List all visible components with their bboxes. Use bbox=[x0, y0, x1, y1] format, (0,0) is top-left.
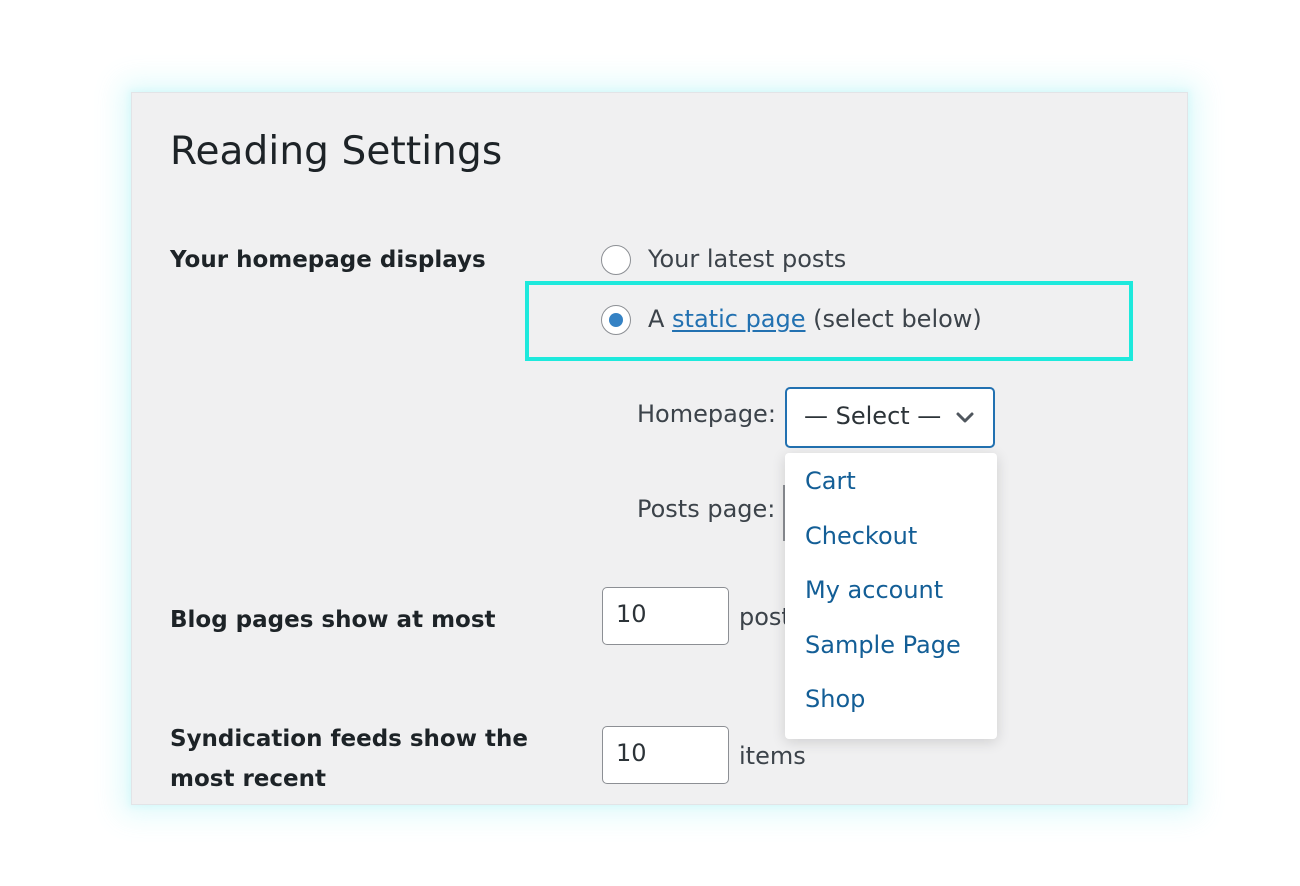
blog-pages-input[interactable]: 10 bbox=[602, 587, 729, 645]
dropdown-option-cart[interactable]: Cart bbox=[785, 464, 997, 519]
syndication-input[interactable]: 10 bbox=[602, 726, 729, 784]
static-page-prefix: A bbox=[648, 305, 673, 333]
latest-posts-label[interactable]: Your latest posts bbox=[648, 243, 846, 275]
homepage-displays-label: Your homepage displays bbox=[170, 247, 486, 273]
static-page-link[interactable]: static page bbox=[672, 305, 805, 333]
static-page-option[interactable]: A static page (select below) bbox=[648, 303, 982, 335]
homepage-select-value: — Select — bbox=[804, 402, 942, 430]
syndication-unit: items bbox=[739, 742, 806, 770]
static-page-radio[interactable] bbox=[601, 305, 631, 335]
homepage-select-label: Homepage: bbox=[637, 400, 776, 428]
dropdown-option-checkout[interactable]: Checkout bbox=[785, 519, 997, 574]
blog-pages-unit: post bbox=[739, 603, 791, 631]
latest-posts-radio[interactable] bbox=[601, 245, 631, 275]
chevron-down-icon bbox=[956, 412, 974, 423]
syndication-label-line2: most recent bbox=[170, 766, 327, 792]
homepage-select[interactable]: — Select — bbox=[785, 387, 995, 448]
blog-pages-label: Blog pages show at most bbox=[170, 607, 496, 633]
radio-selected-dot bbox=[609, 313, 623, 327]
reading-settings-panel: Reading Settings Your homepage displays … bbox=[131, 92, 1188, 805]
posts-page-label: Posts page: bbox=[637, 495, 776, 523]
dropdown-option-shop[interactable]: Shop bbox=[785, 682, 997, 737]
static-page-suffix: (select below) bbox=[805, 305, 982, 333]
homepage-dropdown-list: Cart Checkout My account Sample Page Sho… bbox=[785, 453, 997, 739]
dropdown-option-sample-page[interactable]: Sample Page bbox=[785, 628, 997, 683]
page-title: Reading Settings bbox=[170, 129, 503, 174]
dropdown-option-my-account[interactable]: My account bbox=[785, 573, 997, 628]
syndication-label-line1: Syndication feeds show the bbox=[170, 726, 528, 752]
